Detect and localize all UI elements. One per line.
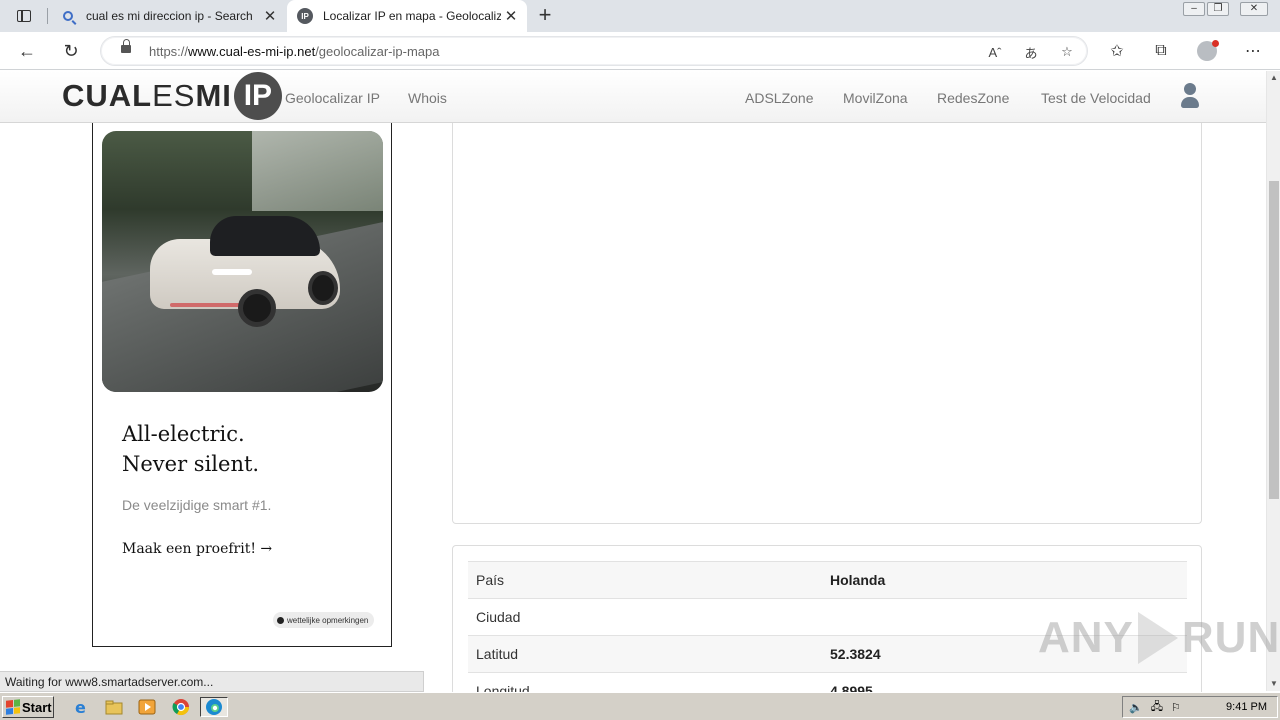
ad-legal-button[interactable]: wettelijke opmerkingen <box>273 612 375 628</box>
status-bubble: Waiting for www8.smartadserver.com... <box>0 671 424 692</box>
ad-subtitle: De veelzijdige smart #1. <box>122 497 272 513</box>
row-label: Latitud <box>476 646 519 662</box>
minimize-button[interactable]: – <box>1183 2 1205 16</box>
play-icon <box>1137 612 1178 664</box>
collections-icon[interactable]: ⧉ <box>1146 39 1176 63</box>
system-tray: 🔈 🖧 ⚐ 9:41 PM <box>1122 696 1278 718</box>
internet-explorer-icon[interactable]: e <box>70 697 92 717</box>
read-aloud-icon[interactable]: Aˆ <box>983 41 1007 63</box>
nav-geolocalizar-ip[interactable]: Geolocalizar IP <box>285 90 380 106</box>
profile-avatar[interactable] <box>1192 39 1222 63</box>
site-logo[interactable]: CUAL ES MI IP <box>62 71 282 121</box>
nav-adslzone[interactable]: ADSLZone <box>745 90 813 106</box>
user-icon[interactable] <box>1180 83 1200 109</box>
tab-actions-icon <box>17 10 31 22</box>
ad-cta-link[interactable]: Maak een proefrit! → <box>122 541 272 557</box>
volume-icon[interactable]: 🔈 <box>1129 701 1143 714</box>
logo-ip-circle: IP <box>233 72 282 120</box>
watermark-right: RUN <box>1181 613 1280 662</box>
nav-whois[interactable]: Whois <box>408 90 447 106</box>
site-header: CUAL ES MI IP Geolocalizar IP Whois ADSL… <box>0 71 1266 123</box>
row-label: País <box>476 572 505 588</box>
advertisement[interactable]: All-electric. Never silent. De veelzijdi… <box>92 123 392 647</box>
url-prefix: https:// <box>149 44 189 59</box>
action-center-flag-icon[interactable]: ⚐ <box>1171 701 1181 714</box>
tab-geolocalizar[interactable]: IP Localizar IP en mapa - Geolocaliz ✕ <box>287 0 527 32</box>
tab-title: cual es mi direccion ip - Search <box>86 9 253 23</box>
refresh-icon[interactable]: ↻ <box>58 39 84 63</box>
close-tab-icon[interactable]: ✕ <box>501 6 521 26</box>
svg-text:e: e <box>75 698 86 716</box>
favorites-icon[interactable]: ✩ <box>1102 39 1132 63</box>
vertical-scrollbar[interactable]: ▲ ▼ <box>1266 71 1280 691</box>
nav-redeszone[interactable]: RedesZone <box>937 90 1009 106</box>
back-arrow-icon[interactable]: ← <box>14 39 40 63</box>
tab-strip: cual es mi direccion ip - Search ✕ IP Lo… <box>0 0 1280 32</box>
chrome-icon[interactable] <box>170 697 192 717</box>
lock-icon[interactable] <box>121 39 131 53</box>
info-icon <box>277 616 284 624</box>
nav-movilzona[interactable]: MovilZona <box>843 90 908 106</box>
add-favorite-icon[interactable]: ☆ <box>1055 41 1079 63</box>
media-player-icon[interactable] <box>136 697 158 717</box>
close-tab-icon[interactable]: ✕ <box>260 6 280 26</box>
address-bar: ← ↻ https://www.cual-es-mi-ip.net/geoloc… <box>0 32 1280 70</box>
ad-headline-line1: All-electric. <box>122 422 245 446</box>
nav-test-velocidad[interactable]: Test de Velocidad <box>1041 90 1151 106</box>
url-text: https://www.cual-es-mi-ip.net/geolocaliz… <box>149 44 439 59</box>
watermark-left: ANY <box>1038 613 1134 662</box>
taskbar: Start e 🔈 🖧 ⚐ 9:41 PM <box>0 692 1280 720</box>
ad-legal-label: wettelijke opmerkingen <box>287 615 369 625</box>
tab-actions-button[interactable] <box>8 5 40 27</box>
logo-text-es: ES <box>152 78 196 113</box>
scroll-up-icon[interactable]: ▲ <box>1267 71 1280 85</box>
omnibox-actions: Aˆ あ ☆ <box>983 41 1079 63</box>
row-value: Holanda <box>830 572 886 588</box>
scroll-thumb[interactable] <box>1269 181 1279 499</box>
translate-icon[interactable]: あ <box>1019 41 1043 63</box>
anyrun-watermark: ANY RUN <box>1038 606 1280 670</box>
more-menu-icon[interactable]: ⋯ <box>1238 39 1268 63</box>
tab-title: Localizar IP en mapa - Geolocaliz <box>323 9 501 23</box>
windows-logo-icon <box>6 699 20 715</box>
edge-icon[interactable] <box>200 697 228 717</box>
tab-separator <box>47 8 48 24</box>
network-icon[interactable]: 🖧 <box>1151 698 1163 717</box>
close-window-button[interactable]: ✕ <box>1240 2 1268 16</box>
site-ip-icon: IP <box>297 8 313 24</box>
url-input[interactable]: https://www.cual-es-mi-ip.net/geolocaliz… <box>100 36 1088 66</box>
table-row: País Holanda <box>468 561 1187 599</box>
start-button[interactable]: Start <box>2 696 54 718</box>
clock[interactable]: 9:41 PM <box>1226 701 1267 713</box>
logo-text-mi: MI <box>195 78 232 113</box>
start-label: Start <box>22 699 52 715</box>
tab-search[interactable]: cual es mi direccion ip - Search ✕ <box>50 0 286 32</box>
ad-car-image[interactable] <box>102 131 383 392</box>
map-panel[interactable] <box>452 123 1202 524</box>
ad-headline: All-electric. Never silent. <box>122 419 259 479</box>
url-domain: www.cual-es-mi-ip.net <box>188 44 316 59</box>
scroll-down-icon[interactable]: ▼ <box>1267 677 1280 691</box>
ad-headline-line2: Never silent. <box>122 452 260 476</box>
restore-button[interactable]: ❐ <box>1207 2 1229 16</box>
new-tab-button[interactable]: + <box>534 4 556 27</box>
window-controls: – ❐ <box>1183 2 1229 16</box>
window-close-controls: ✕ <box>1240 2 1268 16</box>
row-label: Ciudad <box>476 609 521 625</box>
file-explorer-icon[interactable] <box>103 697 125 717</box>
logo-text-cual: CUAL <box>62 78 153 113</box>
url-path: /geolocalizar-ip-mapa <box>315 44 440 59</box>
search-icon <box>60 8 76 24</box>
